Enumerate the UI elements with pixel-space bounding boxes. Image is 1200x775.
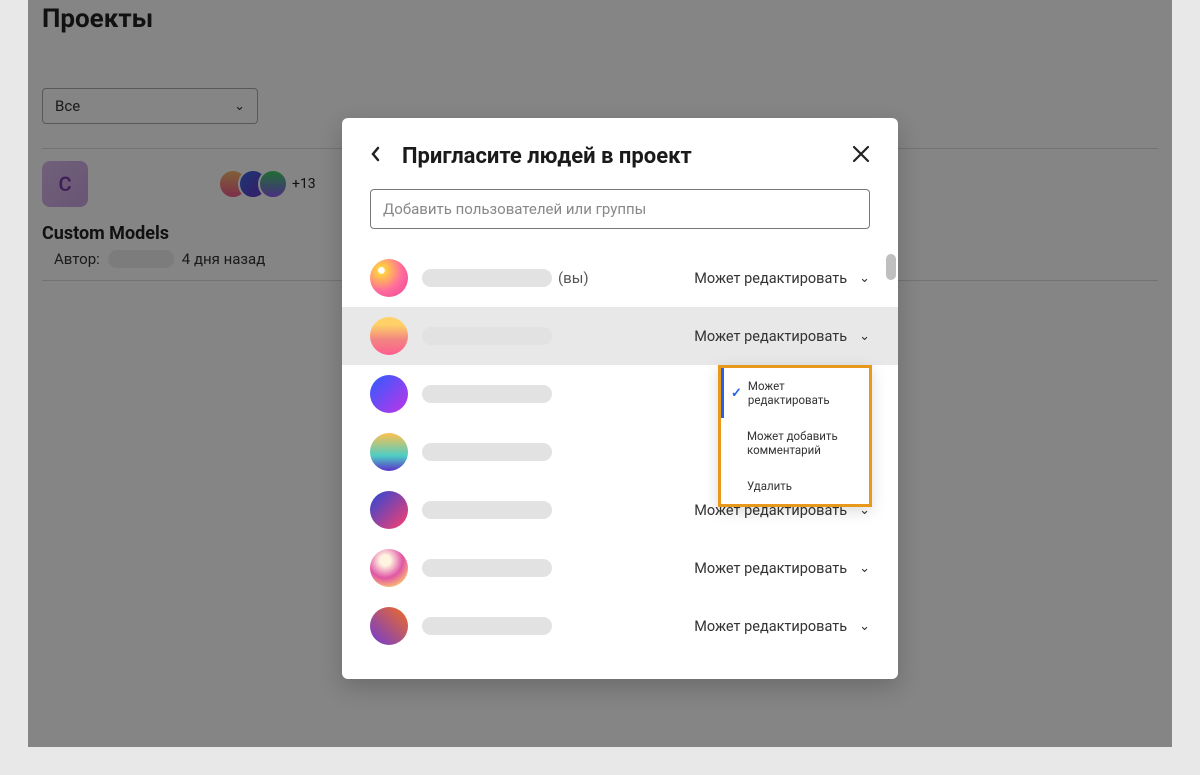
user-name-redacted — [422, 385, 552, 403]
modal-title: Пригласите людей в проект — [402, 144, 852, 169]
close-button[interactable] — [852, 144, 870, 169]
user-avatar — [370, 491, 408, 529]
person-row: Может редактировать ⌄ — [342, 539, 898, 597]
permission-dropdown[interactable]: Может редактировать ⌄ — [694, 618, 870, 635]
you-suffix: (вы) — [558, 269, 589, 287]
user-name-redacted — [422, 617, 552, 635]
add-users-input[interactable]: Добавить пользователей или группы — [370, 189, 870, 229]
permission-option-edit[interactable]: ✓ Может редактировать — [721, 368, 869, 418]
chevron-left-icon — [370, 146, 382, 162]
permission-option-delete[interactable]: Удалить — [721, 468, 869, 504]
option-label: Удалить — [747, 479, 792, 493]
option-label: Может редактировать — [748, 379, 859, 407]
permission-label: Может редактировать — [694, 560, 847, 577]
permission-label: Может редактировать — [694, 618, 847, 635]
user-avatar — [370, 607, 408, 645]
user-name-redacted — [422, 443, 552, 461]
chevron-down-icon: ⌄ — [859, 561, 870, 576]
user-avatar — [370, 375, 408, 413]
user-name-redacted — [422, 269, 552, 287]
permission-dropdown[interactable]: Может редактировать ⌄ — [694, 560, 870, 577]
close-icon — [852, 145, 870, 163]
permission-dropdown[interactable]: Может редактировать ⌄ — [694, 328, 870, 345]
person-row: Может редактировать ⌄ — [342, 597, 898, 655]
permission-dropdown[interactable]: Может редактировать ⌄ — [694, 270, 870, 287]
user-name-redacted — [422, 501, 552, 519]
input-placeholder: Добавить пользователей или группы — [383, 200, 646, 218]
modal-scrollbar[interactable] — [886, 254, 896, 280]
user-name-redacted — [422, 559, 552, 577]
user-avatar — [370, 549, 408, 587]
chevron-down-icon: ⌄ — [859, 619, 870, 634]
permission-menu: ✓ Может редактировать Может добавить ком… — [718, 365, 872, 507]
person-row: (вы) Может редактировать ⌄ — [342, 249, 898, 307]
permission-option-comment[interactable]: Может добавить комментарий — [721, 418, 869, 468]
permission-label: Может редактировать — [694, 270, 847, 287]
user-avatar — [370, 259, 408, 297]
people-list: (вы) Может редактировать ⌄ Может редакти… — [342, 249, 898, 669]
chevron-down-icon: ⌄ — [859, 329, 870, 344]
user-avatar — [370, 317, 408, 355]
invite-modal: Пригласите людей в проект Добавить польз… — [342, 118, 898, 679]
chevron-down-icon: ⌄ — [859, 271, 870, 286]
option-label: Может добавить комментарий — [747, 429, 859, 457]
check-icon: ✓ — [731, 386, 742, 401]
user-name-redacted — [422, 327, 552, 345]
back-button[interactable] — [370, 146, 382, 167]
person-row: Может редактировать ⌄ — [342, 307, 898, 365]
user-avatar — [370, 433, 408, 471]
permission-label: Может редактировать — [694, 328, 847, 345]
